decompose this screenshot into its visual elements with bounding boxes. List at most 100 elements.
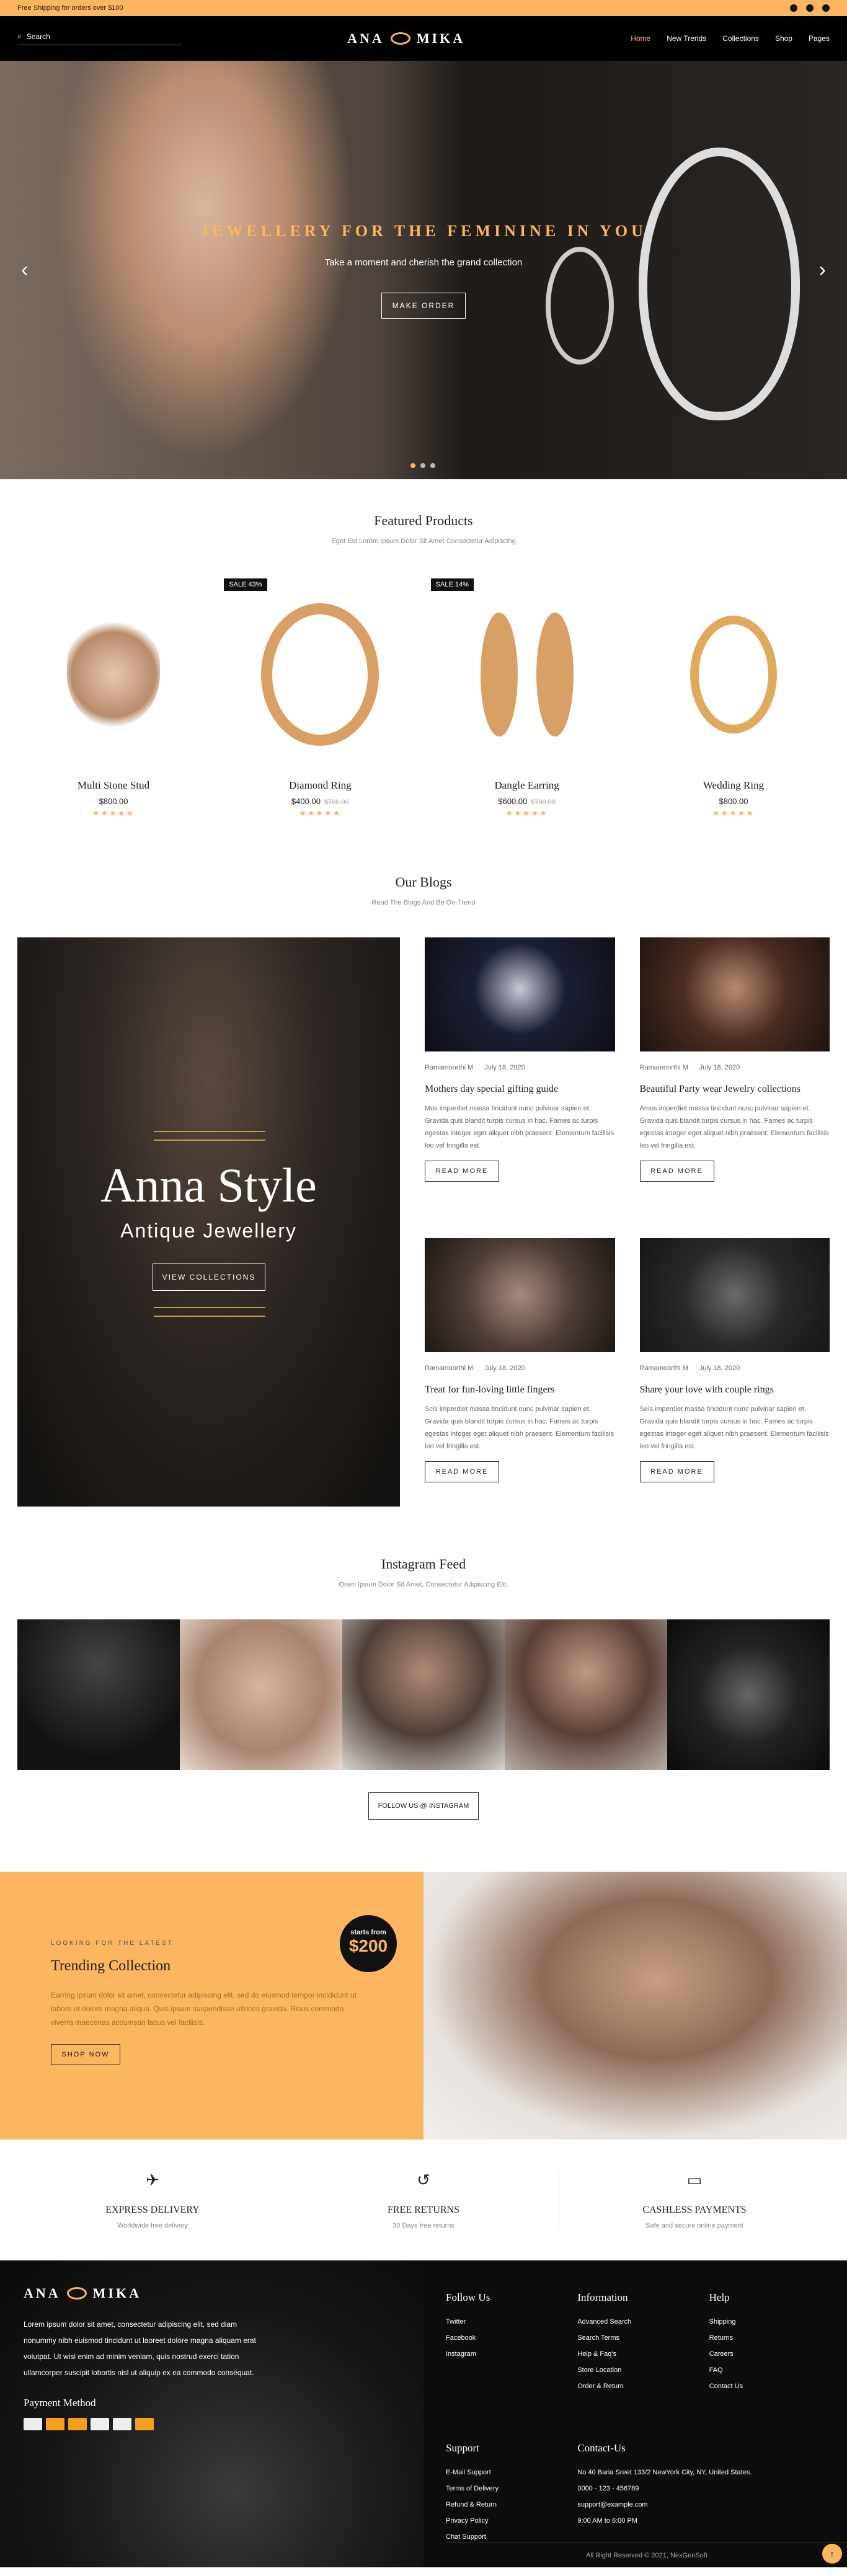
footer-link[interactable]: Privacy Policy <box>446 2513 565 2529</box>
footer-link[interactable]: Contact Us <box>709 2378 828 2394</box>
product-card[interactable]: SALE 43% Diamond Ring $400.00 $700.00 ★★★… <box>224 578 416 818</box>
instagram-image[interactable] <box>342 1619 505 1770</box>
nav-shop[interactable]: Shop <box>775 34 792 43</box>
read-more-button[interactable]: READ MORE <box>639 1161 714 1182</box>
blogs-section: Our Blogs Read The Blogs And Be On-Trend… <box>0 874 847 1507</box>
shop-now-button[interactable]: SHOP NOW <box>51 2044 120 2065</box>
cart-icon[interactable] <box>806 4 814 12</box>
phone-text[interactable]: 0000 - 123 - 456789 <box>577 2481 828 2497</box>
blogs-title: Our Blogs <box>395 874 452 890</box>
footer-link[interactable]: Advanced Search <box>577 2314 696 2330</box>
footer-logo[interactable]: ANA MIKA <box>24 2285 423 2301</box>
rating-stars: ★★★★★ <box>299 808 342 818</box>
product-name[interactable]: Multi Stone Stud <box>17 779 210 792</box>
email-text[interactable]: support@example.com <box>577 2497 828 2513</box>
blog-image[interactable] <box>639 1238 830 1352</box>
main-nav: Home New Trends Collections Shop Pages <box>631 34 830 43</box>
copyright: All Right Reserved © 2021, NexGenSoft <box>446 2543 847 2567</box>
feature-item: ↺ FREE RETURNS 30 Days free returns <box>288 2171 559 2229</box>
nav-collections[interactable]: Collections <box>722 34 759 43</box>
hero-title: JEWELLERY FOR THE FEMININE IN YOU <box>200 222 647 240</box>
blog-title[interactable]: Mothers day special gifting guide <box>425 1084 615 1095</box>
blog-image[interactable] <box>425 937 615 1051</box>
follow-instagram-button[interactable]: FOLLOW US @ INSTAGRAM <box>368 1792 479 1820</box>
nav-new-trends[interactable]: New Trends <box>667 34 706 43</box>
back-to-top-button[interactable]: ↑ <box>822 2544 842 2564</box>
product-image[interactable] <box>17 578 210 771</box>
information-column: Information Advanced Search Search Terms… <box>577 2291 696 2417</box>
product-image[interactable] <box>431 578 623 771</box>
feature-item: ▭ CASHLESS PAYMENTS Safe and secure online… <box>559 2171 830 2229</box>
footer-link[interactable]: FAQ <box>709 2362 828 2378</box>
instagram-image[interactable] <box>505 1619 667 1770</box>
site-logo[interactable]: ANA MIKA <box>347 30 465 46</box>
address-text: No 40 Baria Sreet 133/2 NewYork City, NY… <box>577 2468 752 2476</box>
product-card[interactable]: Multi Stone Stud $800.00 ★★★★★ <box>17 578 210 818</box>
footer-link[interactable]: Search Terms <box>577 2330 696 2346</box>
footer-link[interactable]: Refund & Return <box>446 2497 565 2513</box>
instagram-link[interactable]: Instagram <box>446 2346 565 2362</box>
product-card[interactable]: Wedding Ring $800.00 ★★★★★ <box>637 578 830 818</box>
anna-style-title: Anna Style <box>100 1158 317 1212</box>
footer-link[interactable]: Careers <box>709 2346 828 2362</box>
product-name[interactable]: Wedding Ring <box>637 779 830 792</box>
search-icon: ⌕ <box>17 32 22 40</box>
promo-model-image <box>423 1872 847 2140</box>
blog-title[interactable]: Share your love with couple rings <box>640 1384 830 1396</box>
blog-title[interactable]: Beautiful Party wear Jewelry collections <box>640 1084 830 1095</box>
paypal-icon <box>91 2418 109 2430</box>
nav-pages[interactable]: Pages <box>809 34 830 43</box>
blog-post: Ramamoorthi M July 18, 2020 Mothers day s… <box>425 937 615 1206</box>
make-order-button[interactable]: MAKE ORDER <box>381 293 466 319</box>
heart-icon[interactable] <box>822 4 830 12</box>
featured-subtitle: Eget Est Lorem Ipsum Dolor Sit Amet Cons… <box>331 538 516 545</box>
blog-image[interactable] <box>425 1238 615 1352</box>
payment-icons <box>24 2418 423 2430</box>
blog-image[interactable] <box>639 937 830 1051</box>
pendant-large-image <box>639 148 800 420</box>
footer-link[interactable]: E-Mail Support <box>446 2464 565 2481</box>
product-name[interactable]: Dangle Earring <box>431 779 623 792</box>
instagram-image[interactable] <box>17 1619 180 1770</box>
footer-link[interactable]: Order & Return <box>577 2378 696 2394</box>
footer-link[interactable]: Returns <box>709 2330 828 2346</box>
slider-dots[interactable] <box>410 463 435 468</box>
read-more-button[interactable]: READ MORE <box>425 1161 499 1182</box>
product-price: $800.00 <box>719 797 748 806</box>
blog-title[interactable]: Treat for fun-loving little fingers <box>425 1384 615 1396</box>
footer-link[interactable]: Store Location <box>577 2362 696 2378</box>
rating-stars: ★★★★★ <box>505 808 548 818</box>
next-slide-icon[interactable]: › <box>819 258 826 282</box>
read-more-button[interactable]: READ MORE <box>639 1461 714 1482</box>
card-icon: ▭ <box>686 2171 703 2189</box>
footer-link[interactable]: Terms of Delivery <box>446 2481 565 2497</box>
read-more-button[interactable]: READ MORE <box>425 1461 499 1482</box>
feature-item: ✈ EXPRESS DELIVERY Worldwide free delivery <box>17 2171 288 2229</box>
anna-style-banner: Anna Style Antique Jewellery VIEW COLLEC… <box>17 937 400 1507</box>
author-label: Ramamoorthi M <box>639 1365 688 1372</box>
footer-link[interactable]: Help & Faq's <box>577 2346 696 2362</box>
nav-home[interactable]: Home <box>631 34 650 43</box>
hero-model-image <box>43 61 366 479</box>
prev-slide-icon[interactable]: ‹ <box>21 258 28 282</box>
return-icon: ↺ <box>417 2171 430 2189</box>
product-image[interactable] <box>224 578 416 771</box>
blog-post: Ramamoorthi M July 18, 2020 Treat for fun… <box>425 1238 615 1507</box>
site-footer: ANA MIKA Lorem ipsum dolor sit amet, cons… <box>0 2260 847 2567</box>
view-collections-button[interactable]: VIEW COLLECTIONS <box>153 1264 265 1291</box>
instagram-image[interactable] <box>667 1619 830 1770</box>
user-icon[interactable] <box>790 4 797 12</box>
facebook-link[interactable]: Facebook <box>446 2330 565 2346</box>
rating-stars: ★★★★★ <box>712 808 755 818</box>
author-label: Ramamoorthi M <box>425 1064 474 1071</box>
twitter-link[interactable]: Twitter <box>446 2314 565 2330</box>
search-input[interactable]: ⌕ Search <box>17 32 182 45</box>
footer-link[interactable]: Shipping <box>709 2314 828 2330</box>
airplane-icon: ✈ <box>146 2171 159 2189</box>
product-name[interactable]: Diamond Ring <box>224 779 416 792</box>
instagram-image[interactable] <box>180 1619 342 1770</box>
product-image[interactable] <box>637 578 830 771</box>
date-label: July 18, 2020 <box>699 1064 740 1071</box>
features-row: ✈ EXPRESS DELIVERY Worldwide free delivery… <box>0 2140 847 2260</box>
product-card[interactable]: SALE 14% Dangle Earring $600.00 $700.00 ★… <box>430 578 623 818</box>
